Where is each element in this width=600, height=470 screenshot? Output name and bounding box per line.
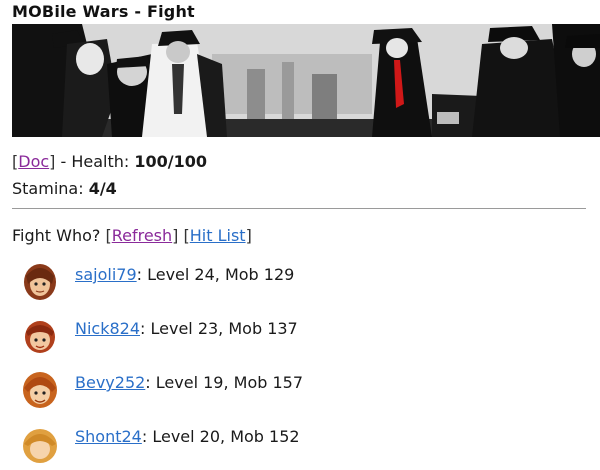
opponent-name-link[interactable]: Shont24 [75,427,142,446]
header-banner-image [12,24,600,137]
avatar [24,264,56,300]
opponent-name-link[interactable]: Bevy252 [75,373,145,392]
class-link-doc[interactable]: Doc [18,152,49,171]
opponent-details: Level 20, Mob 152 [152,427,300,446]
fight-who-label: Fight Who? [12,226,101,245]
avatar [23,429,57,463]
hit-list-link[interactable]: Hit List [190,226,246,245]
health-line: [Doc] - Health: 100/100 [12,152,208,171]
page-title: MOBile Wars - Fight [12,2,195,21]
stamina-value: 4/4 [88,179,117,198]
refresh-link[interactable]: Refresh [112,226,172,245]
player-status: [Doc] - Health: 100/100 Stamina: 4/4 [12,148,207,202]
stamina-line: Stamina: 4/4 [12,175,207,202]
opponent-row: Shont24: Level 20, Mob 152 [22,416,582,470]
opponent-name-link[interactable]: Nick824 [75,319,140,338]
opponent-row: Nick824: Level 23, Mob 137 [22,308,582,362]
stamina-label: Stamina: [12,179,84,198]
opponent-details: Level 24, Mob 129 [147,265,295,284]
opponent-list: sajoli79: Level 24, Mob 129 Nick824: Lev… [22,254,582,470]
avatar [23,372,57,408]
section-divider [12,208,586,209]
opponent-row: Bevy252: Level 19, Mob 157 [22,362,582,416]
opponent-details: Level 23, Mob 137 [150,319,298,338]
opponent-details: Level 19, Mob 157 [155,373,304,392]
opponent-row: sajoli79: Level 24, Mob 129 [22,254,582,308]
health-label: Health: [71,152,130,171]
opponent-name-link[interactable]: sajoli79 [75,265,137,284]
avatar [25,321,55,353]
fight-who-header: Fight Who? [Refresh] [Hit List] [12,226,252,245]
health-value: 100/100 [134,152,208,171]
